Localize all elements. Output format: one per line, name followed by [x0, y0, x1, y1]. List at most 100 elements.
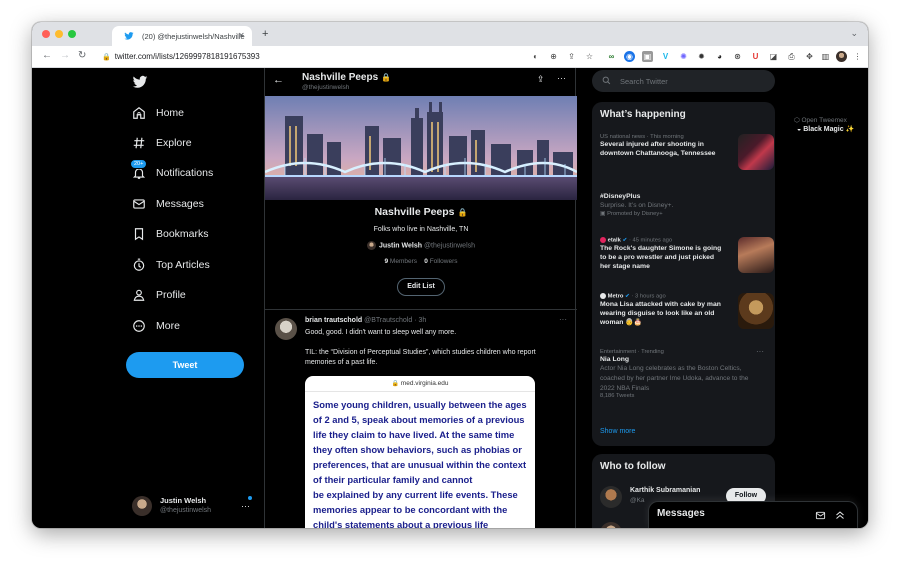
- black-magic-overlay[interactable]: ◒ Black Magic ✨: [797, 125, 854, 133]
- members-count[interactable]: 9: [384, 258, 388, 265]
- list-name: Nashville Peeps 🔒: [265, 206, 577, 218]
- messages-drawer[interactable]: Messages: [648, 501, 858, 528]
- nav-item-notifications[interactable]: Notifications 20+: [130, 159, 214, 183]
- tab-list-chevron-icon[interactable]: ⌄: [850, 28, 858, 39]
- share-icon[interactable]: ⇪: [537, 74, 545, 85]
- tweet-button[interactable]: Tweet: [126, 352, 244, 378]
- show-more-link[interactable]: Show more: [600, 428, 635, 435]
- followers-label[interactable]: Followers: [430, 258, 458, 265]
- nav-item-messages[interactable]: Messages: [132, 194, 204, 214]
- address-bar[interactable]: 🔒 twitter.com/i/lists/1269997818191675393: [102, 49, 260, 61]
- nav-label: Notifications: [156, 167, 214, 179]
- back-arrow-icon[interactable]: ←: [42, 50, 52, 61]
- new-message-icon[interactable]: [815, 510, 826, 521]
- person-icon: [133, 289, 145, 301]
- list-description: Folks who live in Nashville, TN: [373, 226, 469, 233]
- members-label[interactable]: Members: [390, 258, 417, 265]
- browser-tab[interactable]: (20) @thejustinwelsh/Nashville ✕: [112, 26, 252, 46]
- extension-10-icon[interactable]: ◪: [768, 51, 779, 62]
- trend-item[interactable]: etalk ✔ · 45 minutes ago The Rock's daug…: [600, 237, 774, 273]
- card-line: be explained by any current life events.…: [313, 489, 518, 500]
- tweet-author-handle[interactable]: @BTrautschold: [364, 317, 412, 324]
- follow-avatar[interactable]: [600, 486, 622, 508]
- trend-source: etalk: [607, 237, 621, 244]
- account-name: Justin Welsh: [160, 496, 207, 505]
- list-owner[interactable]: Justin Welsh @thejustinwelsh: [265, 241, 577, 250]
- minimize-window-button[interactable]: [55, 30, 63, 38]
- black-magic-icon: ◒: [797, 126, 802, 133]
- unread-dot: [248, 496, 252, 500]
- tweet-author-name[interactable]: brian trautschold: [305, 317, 362, 324]
- browser-menu-icon[interactable]: ⋮: [852, 51, 863, 62]
- trend-item[interactable]: Metro ✔ · 3 hours ago Mona Lisa attacked…: [600, 293, 774, 329]
- trend-title: #DisneyPlus: [600, 193, 641, 200]
- reload-icon[interactable]: ↻: [78, 50, 86, 61]
- trend-title: Mona Lisa attacked with cake by man wear…: [600, 300, 721, 327]
- twitter-logo-icon[interactable]: [132, 74, 148, 90]
- more-dots-icon[interactable]: ···: [559, 315, 567, 324]
- panel-title: Who to follow: [600, 461, 666, 472]
- account-switcher[interactable]: Justin Welsh @thejustinwelsh ···: [132, 494, 262, 524]
- nav-item-more[interactable]: More: [132, 316, 180, 336]
- extension-7-icon[interactable]: ◕: [714, 51, 725, 62]
- articles-icon: [133, 258, 145, 271]
- tweet-time[interactable]: · 3h: [414, 317, 426, 324]
- share-icon[interactable]: ⇪: [566, 51, 577, 62]
- trend-item[interactable]: Entertainment · Trending ··· Nia Long Ac…: [600, 347, 770, 399]
- extension-5-icon[interactable]: ✺: [678, 51, 689, 62]
- nav-item-bookmarks[interactable]: Bookmarks: [132, 224, 209, 244]
- more-dots-icon: ···: [241, 501, 250, 511]
- trend-item[interactable]: US national news · This morning Several …: [600, 134, 774, 170]
- lock-icon: 🔒: [391, 381, 399, 387]
- maximize-window-button[interactable]: [68, 30, 76, 38]
- bookmark-icon: [134, 228, 144, 241]
- tab-close-icon[interactable]: ✕: [238, 31, 245, 40]
- forward-arrow-icon[interactable]: →: [60, 50, 70, 61]
- extension-9-icon[interactable]: U: [750, 51, 761, 62]
- list-header: ← Nashville Peeps 🔒 @thejustinwelsh ⇪ ··…: [265, 68, 577, 96]
- metro-logo-icon: [600, 293, 606, 299]
- sidebar-toggle-icon[interactable]: ▥: [820, 51, 831, 62]
- extension-8-icon[interactable]: ⊛: [732, 51, 743, 62]
- tweemex-label: Open Tweemex: [801, 117, 847, 124]
- back-arrow-icon[interactable]: ←: [273, 74, 284, 86]
- extensions-puzzle-icon[interactable]: ✥: [804, 51, 815, 62]
- close-window-button[interactable]: [42, 30, 50, 38]
- new-tab-button[interactable]: +: [262, 28, 268, 40]
- follow-name[interactable]: Karthik Subramanian: [630, 487, 700, 494]
- card-text: Some young children, usually between the…: [305, 392, 535, 528]
- bookmark-star-icon[interactable]: ☆: [584, 51, 595, 62]
- zoom-icon[interactable]: ⊕: [548, 51, 559, 62]
- extension-3-icon[interactable]: ▣: [642, 51, 653, 62]
- extension-6-icon[interactable]: ✹: [696, 51, 707, 62]
- nav-item-top-articles[interactable]: Top Articles: [132, 255, 210, 275]
- more-dots-icon[interactable]: ···: [756, 347, 764, 356]
- expand-chevron-icon[interactable]: [834, 509, 846, 521]
- extension-2-icon[interactable]: ◉: [624, 51, 635, 62]
- nav-item-home[interactable]: Home: [132, 103, 184, 123]
- extension-11-icon[interactable]: ⎙: [786, 51, 797, 62]
- nav-label: Bookmarks: [156, 228, 209, 240]
- trend-item[interactable]: #DisneyPlus Surprise. It’s on Disney+. ▣…: [600, 192, 770, 217]
- search-input[interactable]: Search Twitter: [592, 70, 775, 92]
- tweet-article[interactable]: brian trautschold @BTrautschold · 3h ···…: [265, 310, 577, 528]
- messages-drawer-title: Messages: [657, 508, 705, 519]
- google-lens-icon[interactable]: ◐: [530, 51, 541, 62]
- follow-avatar[interactable]: [600, 522, 622, 528]
- nav-item-explore[interactable]: Explore: [132, 133, 192, 153]
- tweet-author-avatar[interactable]: [275, 318, 297, 340]
- whats-happening-panel: What’s happening US national news · This…: [592, 102, 775, 446]
- more-dots-icon[interactable]: ···: [557, 73, 566, 83]
- tweemex-icon: ⬡: [794, 117, 800, 124]
- link-card[interactable]: 🔒 med.virginia.edu Some young children, …: [305, 376, 535, 528]
- nav-item-profile[interactable]: Profile: [132, 285, 186, 305]
- etalk-logo-icon: [600, 237, 606, 243]
- extension-1-icon[interactable]: ∞: [606, 51, 617, 62]
- edit-list-button[interactable]: Edit List: [397, 278, 445, 296]
- profile-avatar-icon[interactable]: [836, 51, 847, 62]
- followers-count[interactable]: 0: [424, 258, 428, 265]
- vimeo-extension-icon[interactable]: V: [660, 51, 671, 62]
- tweet-header: brian trautschold @BTrautschold · 3h: [305, 317, 426, 324]
- trend-title: Several injured after shooting in downto…: [600, 141, 716, 158]
- tweemex-overlay[interactable]: ⬡ Open Tweemex: [794, 116, 847, 124]
